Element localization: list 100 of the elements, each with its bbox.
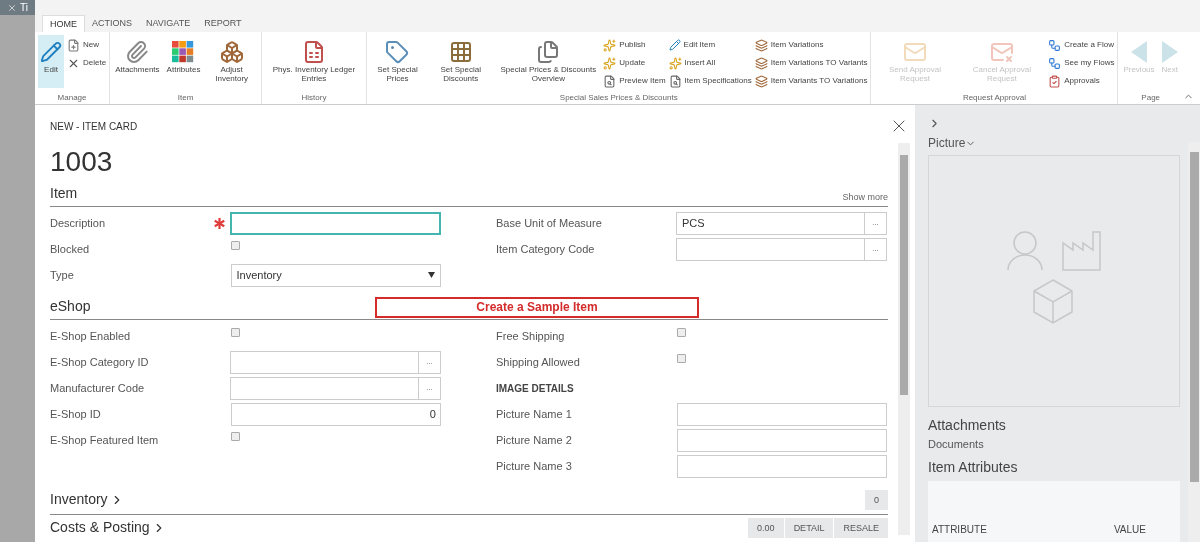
- envelope-icon: [903, 40, 927, 64]
- column-header: ATTRIBUTE: [932, 523, 988, 537]
- ribbon-small-button[interactable]: New: [67, 37, 107, 53]
- ribbon-group-label: Special Sales Prices & Discounts: [558, 92, 679, 104]
- ribbon-group-label: Page: [1140, 92, 1162, 104]
- dropdown-arrow-icon: [428, 272, 435, 278]
- files-icon: [536, 40, 561, 64]
- ribbon-small-button[interactable]: Publish: [603, 37, 666, 53]
- ribbon-button[interactable]: Special Prices & Discounts Overview: [496, 35, 601, 88]
- lookup-button[interactable]: ...: [865, 211, 887, 235]
- checkbox[interactable]: [231, 432, 240, 441]
- approvals-icon: [1048, 74, 1062, 88]
- field-label: Free Shipping: [496, 328, 566, 344]
- picture-header[interactable]: Picture: [928, 134, 1180, 152]
- summary-badge: 0: [864, 490, 888, 510]
- dropdown-field[interactable]: Inventory: [230, 263, 441, 287]
- ribbon-small-button[interactable]: Item Variations: [754, 37, 868, 53]
- lookup-field[interactable]: [676, 237, 865, 261]
- ribbon-small-button[interactable]: Edit Item: [668, 37, 752, 53]
- envelope-icon: [989, 40, 1014, 64]
- ribbon-small-button[interactable]: Insert All: [668, 55, 752, 71]
- ribbon-small-button[interactable]: See my Flows: [1048, 55, 1115, 71]
- triangle-right-icon: [1161, 41, 1178, 63]
- search-document-icon: [603, 74, 617, 88]
- lookup-field[interactable]: [230, 350, 419, 374]
- text-field[interactable]: [676, 428, 887, 452]
- ribbon-button[interactable]: Phys. Inventory Ledger Entries: [264, 35, 363, 88]
- ribbon-button[interactable]: Set Special Prices: [369, 35, 426, 88]
- field-label: Description: [50, 215, 107, 231]
- summary-badge: 0.00: [747, 518, 784, 538]
- ribbon-button[interactable]: Edit: [38, 35, 64, 88]
- field-label: Shipping Allowed: [496, 354, 581, 370]
- show-more-link[interactable]: Show more: [842, 190, 888, 204]
- column-header: VALUE: [1113, 523, 1147, 537]
- field-label: Blocked: [50, 241, 91, 257]
- pane-heading: Item Attributes: [928, 457, 1019, 477]
- ribbon-button[interactable]: Set Special Discounts: [428, 35, 494, 88]
- summary-badge: RESALE: [833, 518, 888, 538]
- ribbon-group-label: Request Approval: [961, 92, 1028, 104]
- checkbox[interactable]: [677, 328, 686, 337]
- collapsed-section-header[interactable]: Inventory: [50, 489, 124, 510]
- ribbon-button[interactable]: Adjust Inventory: [205, 35, 258, 88]
- ribbon-button[interactable]: Attributes: [164, 35, 203, 88]
- tag-icon: [385, 40, 410, 64]
- colored-grid-icon: [172, 41, 195, 63]
- ribbon-button[interactable]: Attachments: [113, 35, 162, 88]
- lookup-button[interactable]: ...: [419, 350, 441, 374]
- search-document-icon: [668, 74, 682, 88]
- ribbon-tab[interactable]: HOME: [42, 15, 85, 32]
- lookup-field[interactable]: PCS: [676, 211, 865, 235]
- ribbon-group-label: Item: [176, 92, 195, 104]
- sparkle-icon: [668, 56, 682, 70]
- field-label: Base Unit of Measure: [496, 215, 603, 231]
- field-label: E-Shop Enabled: [50, 328, 132, 344]
- record-number: 1003: [50, 145, 114, 179]
- flow-icon: [1048, 56, 1062, 70]
- checkbox[interactable]: [677, 354, 686, 363]
- sparkle-icon: [603, 56, 617, 70]
- ribbon-tab[interactable]: ACTIONS: [85, 15, 139, 32]
- stack-icon: [754, 38, 768, 52]
- scrollbar[interactable]: [1188, 142, 1200, 542]
- ribbon-small-button[interactable]: Item Specifications: [668, 73, 752, 89]
- pencil-icon: [40, 41, 62, 63]
- section-header[interactable]: eShop: [50, 296, 91, 317]
- text-field[interactable]: [230, 211, 441, 235]
- field-label: E-Shop Category ID: [50, 354, 150, 370]
- ribbon-small-button[interactable]: Create a Flow: [1048, 37, 1115, 53]
- lookup-button[interactable]: ...: [865, 237, 887, 261]
- ribbon-tab[interactable]: NAVIGATE: [139, 15, 198, 32]
- boxes-icon: [219, 40, 244, 64]
- lookup-button[interactable]: ...: [419, 376, 441, 400]
- documents-link[interactable]: Documents: [928, 436, 1180, 453]
- collapsed-section-header[interactable]: Costs & Posting: [50, 517, 166, 538]
- text-field[interactable]: [676, 402, 887, 426]
- field-label: Manufacturer Code: [50, 380, 146, 396]
- ribbon-small-button[interactable]: Preview Item: [603, 73, 666, 89]
- number-field[interactable]: 0: [230, 402, 441, 426]
- field-label: Item Category Code: [496, 241, 596, 257]
- pane-heading: Attachments: [928, 416, 1007, 435]
- checkbox[interactable]: [231, 328, 240, 337]
- ribbon-tab[interactable]: REPORT: [197, 15, 249, 32]
- field-label: Picture Name 2: [496, 432, 573, 448]
- checkbox[interactable]: [231, 241, 240, 250]
- grid-icon: [448, 40, 473, 64]
- field-label: E-Shop ID: [50, 406, 102, 422]
- ribbon-group-label: History: [300, 92, 328, 104]
- ribbon-small-button[interactable]: Approvals: [1048, 73, 1115, 89]
- new-file-icon: [67, 38, 80, 52]
- ribbon-small-button[interactable]: Item Variations TO Variants: [754, 55, 868, 71]
- field-label: Type: [50, 267, 75, 283]
- ribbon-small-button[interactable]: Delete: [67, 55, 107, 71]
- lookup-field[interactable]: [230, 376, 419, 400]
- tab-title: Ti: [20, 1, 28, 15]
- section-header[interactable]: Item: [50, 183, 78, 204]
- stack-icon: [754, 56, 768, 70]
- ribbon-small-button[interactable]: Item Variants TO Variations: [754, 73, 868, 89]
- ribbon-small-button[interactable]: Update: [603, 55, 666, 71]
- text-field[interactable]: [676, 454, 887, 478]
- field-label: Picture Name 3: [496, 458, 573, 474]
- scrollbar[interactable]: [898, 143, 910, 535]
